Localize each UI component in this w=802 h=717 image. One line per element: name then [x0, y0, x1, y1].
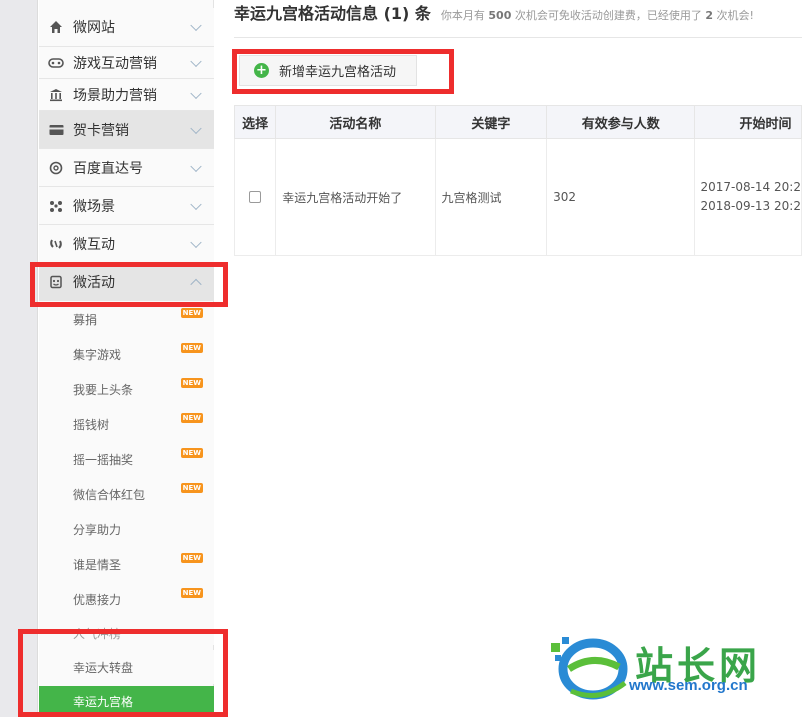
sub-item-shake-lottery[interactable]: 摇一摇抽奖 NEW — [39, 442, 214, 477]
page-title: 幸运九宫格活动信息 (1) 条 — [234, 4, 431, 23]
sub-item-popularity[interactable]: 人气冲榜 — [39, 617, 214, 645]
sidebar-item-micro-activity[interactable]: 微活动 — [39, 263, 214, 301]
quota-note-suffix: 次机会! — [716, 9, 754, 22]
sidebar-item-label: 微网站 — [73, 20, 115, 36]
new-badge: NEW — [180, 378, 203, 388]
chevron-down-icon — [190, 55, 202, 67]
sidebar-item-label: 微场景 — [73, 198, 115, 215]
chevron-down-icon — [190, 122, 202, 134]
quota-note-prefix: 你本月有 — [440, 9, 485, 22]
activity-table: 选择 活动名称 关键字 有效参与人数 开始时间 幸运九宫格活动开始了 九宫格测试… — [233, 105, 802, 256]
table-header-row: 选择 活动名称 关键字 有效参与人数 开始时间 — [233, 105, 802, 139]
sub-item-label: 募捐 — [73, 313, 98, 327]
scatter-icon — [48, 198, 64, 214]
row-select-cell — [233, 138, 277, 256]
sidebar: 微网站 游戏互动营销 场景助力营销 贺卡营销 百度直达号 微场景 微互动 微活动… — [39, 0, 214, 717]
header-divider — [234, 37, 802, 38]
quota-total: 500 — [488, 9, 512, 22]
sub-item-label: 幸运九宫格 — [73, 695, 134, 709]
activity-time-range: 2017-08-14 20:2 2018-09-13 20:2 — [694, 138, 802, 256]
chevron-down-icon — [190, 87, 202, 99]
row-checkbox[interactable] — [249, 191, 262, 203]
new-badge: NEW — [180, 588, 203, 598]
sub-item-label: 幸运大转盘 — [73, 660, 134, 675]
sub-item-label: 摇钱树 — [73, 418, 110, 432]
activity-name: 幸运九宫格活动开始了 — [275, 138, 436, 256]
quota-used: 2 — [705, 9, 714, 22]
add-button-label: 新增幸运九宫格活动 — [279, 65, 397, 80]
activity-participants: 302 — [546, 138, 696, 256]
watermark-url: www.sem.org.cn — [629, 677, 748, 694]
sub-item-label: 人气冲榜 — [73, 627, 122, 641]
activity-icon — [48, 274, 64, 290]
sub-item-group-red-packet[interactable]: 微信合体红包 NEW — [39, 477, 214, 512]
sub-item-label: 我要上头条 — [73, 383, 134, 397]
card-icon — [48, 122, 64, 138]
activity-start-time: 2017-08-14 20:2 — [700, 180, 801, 194]
column-header-select: 选择 — [233, 105, 277, 139]
sidebar-item-label: 百度直达号 — [73, 160, 143, 177]
left-gutter — [0, 0, 38, 717]
sidebar-item-baidu-direct[interactable]: 百度直达号 — [39, 149, 214, 187]
sub-item-donation[interactable]: 募捐 NEW — [39, 302, 214, 337]
sidebar-item-scene-marketing[interactable]: 场景助力营销 — [39, 79, 214, 111]
column-header-keyword: 关键字 — [434, 105, 548, 139]
sub-item-love-saint[interactable]: 谁是情圣 NEW — [39, 547, 214, 582]
page-header: 幸运九宫格活动信息 (1) 条 你本月有 500 次机会可免收活动创建费，已经使… — [234, 0, 754, 24]
sub-item-word-game[interactable]: 集字游戏 NEW — [39, 337, 214, 372]
gamepad-icon — [48, 55, 64, 71]
new-badge: NEW — [180, 553, 203, 563]
sub-item-label: 集字游戏 — [73, 348, 122, 362]
chevron-down-icon — [190, 19, 202, 32]
quota-note-middle: 次机会可免收活动创建费，已经使用了 — [514, 9, 702, 22]
link-icon — [48, 236, 64, 252]
new-badge: NEW — [180, 448, 203, 458]
home-icon — [48, 19, 64, 35]
sub-item-lucky-grid[interactable]: 幸运九宫格 — [39, 686, 214, 717]
sidebar-item-micro-scene[interactable]: 微场景 — [39, 187, 214, 225]
chevron-up-icon — [190, 278, 202, 290]
sidebar-item-card-marketing[interactable]: 贺卡营销 — [39, 111, 214, 149]
chevron-down-icon — [190, 160, 202, 172]
new-badge: NEW — [180, 483, 203, 493]
activity-keyword: 九宫格测试 — [434, 138, 548, 256]
plus-circle-icon: + — [254, 63, 269, 78]
sidebar-item-label: 微互动 — [73, 236, 115, 253]
sub-item-money-tree[interactable]: 摇钱树 NEW — [39, 407, 214, 442]
add-lucky-grid-button[interactable]: + 新增幸运九宫格活动 — [239, 55, 417, 86]
sub-item-lucky-wheel[interactable]: 幸运大转盘 — [39, 650, 214, 684]
watermark-logo: 站长网 www.sem.org.cn — [549, 633, 789, 713]
sidebar-item-label: 微活动 — [73, 274, 115, 291]
sub-item-label: 摇一摇抽奖 — [73, 453, 134, 467]
new-badge: NEW — [180, 343, 203, 353]
bank-icon — [48, 87, 64, 103]
quota-note: 你本月有 500 次机会可免收活动创建费，已经使用了 2 次机会! — [441, 7, 754, 23]
search-circle-icon — [48, 160, 64, 176]
column-header-name: 活动名称 — [275, 105, 436, 139]
sub-item-coupon-relay[interactable]: 优惠接力 NEW — [39, 582, 214, 617]
sidebar-item-micro-site[interactable]: 微网站 — [39, 8, 214, 47]
sub-item-share-boost[interactable]: 分享助力 — [39, 512, 214, 547]
activity-end-time: 2018-09-13 20:2 — [700, 199, 801, 213]
column-header-start-time: 开始时间 — [694, 105, 802, 139]
chevron-down-icon — [190, 198, 202, 210]
chevron-down-icon — [190, 236, 202, 248]
logo-emblem-icon — [551, 637, 628, 700]
sidebar-item-game-marketing[interactable]: 游戏互动营销 — [39, 47, 214, 79]
sub-item-label: 谁是情圣 — [73, 558, 122, 572]
sub-item-label: 微信合体红包 — [73, 488, 146, 502]
sidebar-item-label: 贺卡营销 — [73, 122, 129, 139]
sidebar-item-micro-interaction[interactable]: 微互动 — [39, 225, 214, 263]
new-badge: NEW — [180, 308, 203, 318]
sidebar-item-label: 场景助力营销 — [73, 87, 157, 104]
column-header-participants: 有效参与人数 — [546, 105, 696, 139]
table-row: 幸运九宫格活动开始了 九宫格测试 302 2017-08-14 20:2 201… — [233, 138, 802, 256]
sidebar-item-label: 游戏互动营销 — [73, 55, 157, 72]
sub-item-label: 优惠接力 — [73, 593, 122, 607]
new-badge: NEW — [180, 413, 203, 423]
sub-item-label: 分享助力 — [73, 523, 122, 537]
sub-item-headline[interactable]: 我要上头条 NEW — [39, 372, 214, 407]
